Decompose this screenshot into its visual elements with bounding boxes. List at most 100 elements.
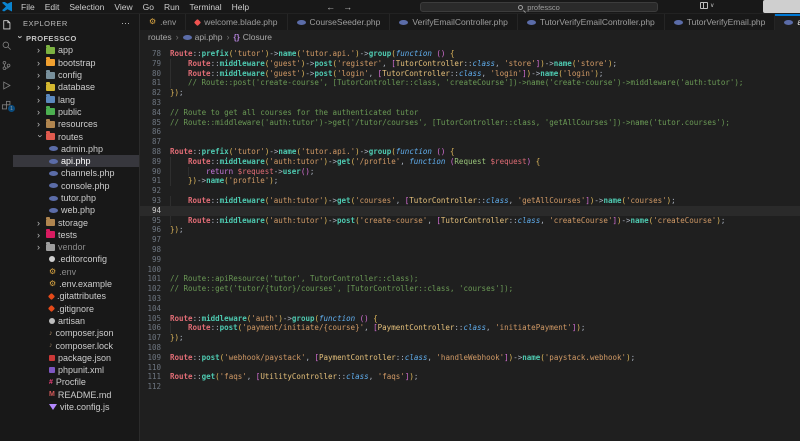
explorer-item-composer-json[interactable]: ♪composer.json (13, 327, 139, 339)
explorer-item-console-php[interactable]: console.php (13, 180, 139, 192)
explorer-root-item[interactable]: ›PROFESSCO (13, 32, 139, 44)
code-line[interactable]: 111Route::get('faqs', [UtilityController… (140, 372, 800, 382)
explorer-item--editorconfig[interactable]: .editorconfig (13, 253, 139, 265)
code-line[interactable]: 108 (140, 343, 800, 353)
tab-tutorverifyemailcontroller-php[interactable]: TutorVerifyEmailController.php (518, 14, 665, 30)
explorer-item-vite-config-js[interactable]: vite.config.js (13, 401, 139, 413)
explorer-item-phpunit-xml[interactable]: phpunit.xml (13, 364, 139, 376)
line-text: // Route::get('tutor/{tutor}/courses', [… (170, 284, 800, 294)
code-line[interactable]: 107}); (140, 333, 800, 343)
run-debug-icon[interactable] (1, 78, 12, 89)
explorer-item--env-example[interactable]: ⚙.env.example (13, 278, 139, 290)
menu-item-edit[interactable]: Edit (40, 2, 65, 12)
more-actions-icon[interactable]: ⋯ (121, 18, 131, 29)
explorer-item-routes[interactable]: ›routes (13, 130, 139, 142)
explorer-item-public[interactable]: ›public (13, 106, 139, 118)
explorer-item-tutor-php[interactable]: tutor.php (13, 192, 139, 204)
code-line[interactable]: 84// Route to get all courses for the au… (140, 108, 800, 118)
tab-welcome-blade-php[interactable]: welcome.blade.php (186, 14, 287, 30)
explorer-item-bootstrap[interactable]: ›bootstrap (13, 57, 139, 69)
code-line[interactable]: 112 (140, 382, 800, 392)
explorer-item-channels-php[interactable]: channels.php (13, 167, 139, 179)
code-line[interactable]: 82}); (140, 88, 800, 98)
code-line[interactable]: 90return $request->user(); (140, 167, 800, 177)
code-line[interactable]: 85// Route::middleware('auth:tutor')->ge… (140, 118, 800, 128)
code-line[interactable]: 80Route::middleware('guest')->post('logi… (140, 69, 800, 79)
code-line[interactable]: 96}); (140, 225, 800, 235)
code-line[interactable]: 93Route::middleware('auth:tutor')->get('… (140, 196, 800, 206)
nav-back-icon[interactable]: ← (326, 2, 335, 12)
extensions-icon[interactable]: 1 (1, 98, 12, 109)
code-line[interactable]: 89Route::middleware('auth:tutor')->get('… (140, 157, 800, 167)
explorer-item-storage[interactable]: ›storage (13, 216, 139, 228)
menu-item-run[interactable]: Run (159, 2, 185, 12)
explorer-item-package-json[interactable]: package.json (13, 352, 139, 364)
code-line[interactable]: 103 (140, 294, 800, 304)
layout-controls[interactable]: ∨ (700, 2, 714, 9)
code-line[interactable]: 106Route::post('payment/initiate/{course… (140, 323, 800, 333)
explorer-item-admin-php[interactable]: admin.php (13, 143, 139, 155)
explorer-item-database[interactable]: ›database (13, 81, 139, 93)
explorer-item-lang[interactable]: ›lang (13, 93, 139, 105)
code-line[interactable]: 94 (140, 206, 800, 216)
breadcrumb-item-api-php[interactable]: api.php (183, 32, 223, 42)
code-line[interactable]: 99 (140, 255, 800, 265)
explorer-item-vendor[interactable]: ›vendor (13, 241, 139, 253)
code-line[interactable]: 109Route::post('webhook/paystack', [Paym… (140, 353, 800, 363)
explorer-item-tests[interactable]: ›tests (13, 229, 139, 241)
code-line[interactable]: 79Route::middleware('guest')->post('regi… (140, 59, 800, 69)
explorer-item--env[interactable]: ⚙.env (13, 266, 139, 278)
explorer-item-composer-lock[interactable]: ♪composer.lock (13, 339, 139, 351)
tab-api-php[interactable]: api.php× (775, 14, 800, 30)
code-line[interactable]: 86 (140, 127, 800, 137)
explorer-item-readme-md[interactable]: MREADME.md (13, 389, 139, 401)
tab--env[interactable]: ⚙.env (140, 14, 186, 30)
breadcrumb-item-routes[interactable]: routes (148, 32, 172, 42)
code-line[interactable]: 105Route::middleware('auth')->group(func… (140, 314, 800, 324)
nav-forward-icon[interactable]: → (343, 2, 352, 12)
explorer-item-label: database (58, 82, 95, 92)
menu-item-view[interactable]: View (109, 2, 137, 12)
code-line[interactable]: 88Route::prefix('tutor')->name('tutor.ap… (140, 147, 800, 157)
explorer-item--gitattributes[interactable]: .gitattributes (13, 290, 139, 302)
code-editor[interactable]: 78Route::prefix('tutor')->name('tutor.ap… (140, 44, 800, 441)
line-number: 81 (140, 78, 161, 88)
breadcrumb-item-closure[interactable]: {}Closure (234, 32, 273, 42)
explorer-item-artisan[interactable]: artisan (13, 315, 139, 327)
menu-item-selection[interactable]: Selection (64, 2, 109, 12)
code-line[interactable]: 101// Route::apiResource('tutor', TutorC… (140, 274, 800, 284)
code-line[interactable]: 83 (140, 98, 800, 108)
code-line[interactable]: 98 (140, 245, 800, 255)
tab-tutorverifyemail-php[interactable]: TutorVerifyEmail.php (665, 14, 776, 30)
code-line[interactable]: 81// Route::post('create-course', [Tutor… (140, 78, 800, 88)
explorer-item-app[interactable]: ›app (13, 44, 139, 56)
menu-item-terminal[interactable]: Terminal (185, 2, 227, 12)
code-line[interactable]: 110 (140, 363, 800, 373)
explorer-item-api-php[interactable]: api.php (13, 155, 139, 167)
explorer-item-web-php[interactable]: web.php (13, 204, 139, 216)
explorer-item-label: public (58, 107, 82, 117)
command-center-search[interactable]: professco (420, 2, 658, 12)
menu-item-help[interactable]: Help (227, 2, 254, 12)
search-sidebar-icon[interactable] (1, 38, 12, 49)
tab-verifyemailcontroller-php[interactable]: VerifyEmailController.php (390, 14, 517, 30)
explorer-icon[interactable] (1, 18, 12, 29)
explorer-item-procfile[interactable]: #Procfile (13, 376, 139, 388)
code-line[interactable]: 87 (140, 137, 800, 147)
explorer-item-resources[interactable]: ›resources (13, 118, 139, 130)
code-line[interactable]: 104 (140, 304, 800, 314)
code-line[interactable]: 78Route::prefix('tutor')->name('tutor.ap… (140, 49, 800, 59)
line-text (170, 255, 800, 265)
menu-item-go[interactable]: Go (138, 2, 159, 12)
source-control-icon[interactable] (1, 58, 12, 69)
code-line[interactable]: 91})->name('profile'); (140, 176, 800, 186)
code-line[interactable]: 97 (140, 235, 800, 245)
menu-item-file[interactable]: File (16, 2, 40, 12)
code-line[interactable]: 100 (140, 265, 800, 275)
tab-courseseeder-php[interactable]: CourseSeeder.php (288, 14, 391, 30)
code-line[interactable]: 102// Route::get('tutor/{tutor}/courses'… (140, 284, 800, 294)
code-line[interactable]: 95Route::middleware('auth:tutor')->post(… (140, 216, 800, 226)
explorer-item--gitignore[interactable]: .gitignore (13, 303, 139, 315)
explorer-item-config[interactable]: ›config (13, 69, 139, 81)
code-line[interactable]: 92 (140, 186, 800, 196)
